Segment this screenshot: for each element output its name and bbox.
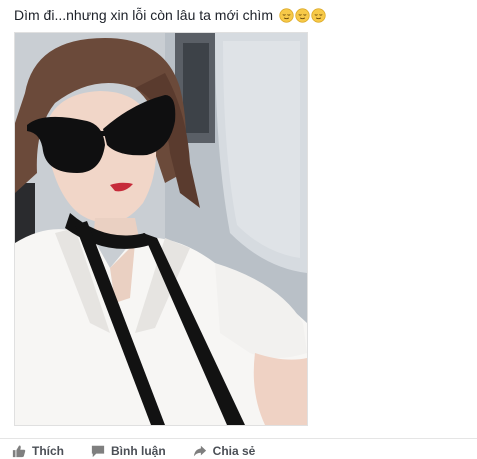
- like-label: Thích: [32, 444, 64, 458]
- post-text: Dìm đi...nhưng xin lỗi còn lâu ta mới ch…: [14, 6, 327, 27]
- comment-button[interactable]: Bình luận: [91, 444, 166, 458]
- post-photo[interactable]: [14, 32, 308, 426]
- like-button[interactable]: Thích: [12, 444, 64, 458]
- relieved-face-emoji-icon: [311, 8, 326, 23]
- share-label: Chia sẻ: [212, 444, 256, 458]
- emoji-group: [279, 8, 327, 27]
- selfie-photo-illustration: [15, 33, 307, 425]
- relieved-face-emoji-icon: [295, 8, 310, 23]
- thumbs-up-icon: [12, 445, 26, 458]
- post-actions: Thích Bình luận Chia sẻ: [12, 443, 282, 459]
- post-message: Dìm đi...nhưng xin lỗi còn lâu ta mới ch…: [14, 7, 273, 23]
- comment-label: Bình luận: [111, 444, 166, 458]
- relieved-face-emoji-icon: [279, 8, 294, 23]
- action-divider: [0, 438, 477, 439]
- share-button[interactable]: Chia sẻ: [193, 444, 256, 458]
- share-icon: [193, 445, 206, 457]
- comment-icon: [91, 445, 105, 458]
